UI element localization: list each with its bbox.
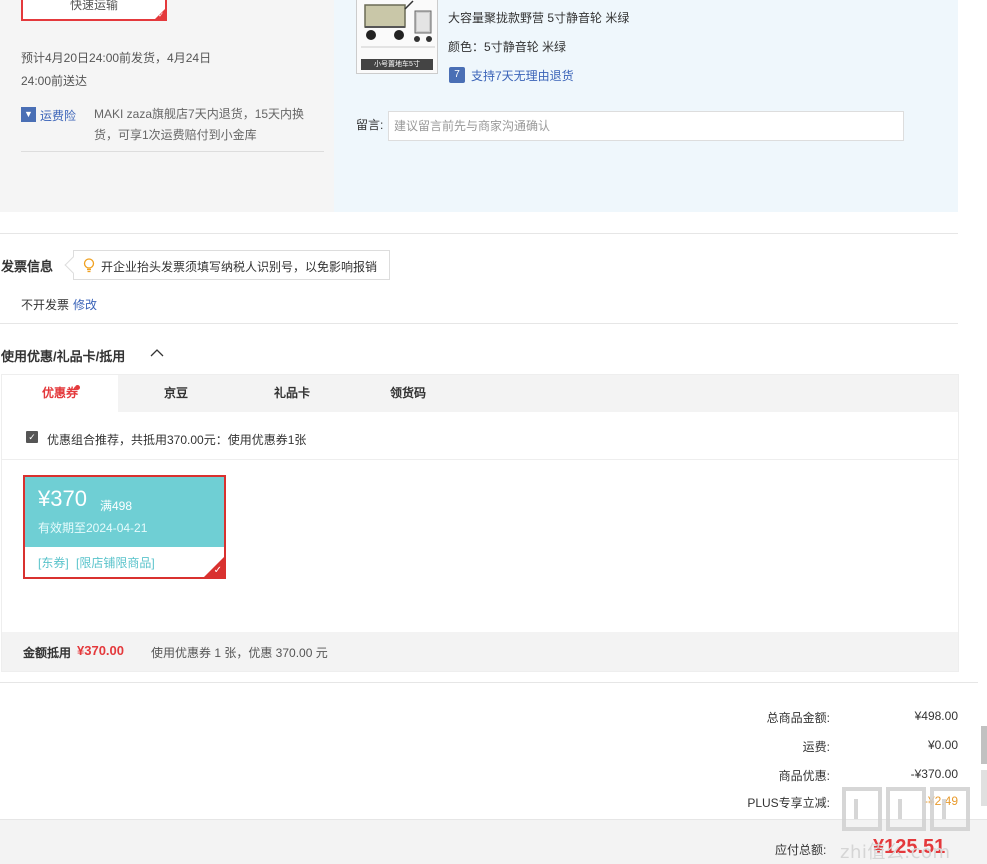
summary-row-shipping: 运费: ¥0.00 — [640, 738, 958, 756]
invoice-value: 不开发票 — [21, 298, 70, 312]
discount-footer: 金额抵用 ¥370.00 使用优惠券 1 张，优惠 370.00 元 — [2, 632, 958, 671]
summary-label: 商品优惠: — [778, 769, 830, 783]
summary-value: ¥498.00 — [914, 709, 958, 723]
shipping-method-label: 快速运输 — [69, 0, 118, 12]
tab-coupons[interactable]: 优惠券 — [2, 375, 118, 412]
discount-footer-label: 金额抵用 — [23, 646, 72, 660]
tab-jingdou[interactable]: 京豆 — [118, 375, 234, 412]
discount-tabs: 优惠券 京豆 礼品卡 领货码 — [2, 375, 958, 412]
coupon-amount: ¥370 — [38, 486, 87, 511]
product-title[interactable]: 大容量聚拢款野营 5寸静音轮 米绿 — [448, 9, 629, 26]
divider — [0, 682, 978, 683]
divider — [0, 323, 958, 324]
message-label: 留言: — [356, 118, 384, 132]
discount-section-title[interactable]: 使用优惠/礼品卡/抵用 — [1, 346, 125, 365]
shipping-panel: 快速运输 ✓ 预计4月20日24:00前发货，4月24日24:00前送达 ▼ 运… — [0, 0, 334, 212]
payable-bar: 应付总额: ¥125.51 — [0, 819, 987, 864]
scrollbar-track[interactable] — [981, 770, 987, 806]
tab-gift-card[interactable]: 礼品卡 — [234, 375, 350, 412]
new-dot — [75, 385, 80, 390]
summary-row-plus: PLUS专享立减: -¥2.49 — [640, 794, 958, 812]
divider — [2, 459, 958, 460]
payable-label: 应付总额: — [775, 843, 827, 857]
tab-redeem-code[interactable]: 领货码 — [350, 375, 466, 412]
product-image-caption: 小号置地车5寸 — [361, 59, 433, 70]
product-image[interactable]: 小号置地车5寸 — [356, 0, 438, 74]
coupon-tag: [限店铺限商品] — [76, 556, 155, 570]
divider — [0, 233, 958, 234]
summary-row-discount: 商品优惠: -¥370.00 — [640, 767, 958, 785]
check-icon: ✓ — [213, 565, 222, 576]
discount-panel: 优惠券 京豆 礼品卡 领货码 ✓ 优惠组合推荐，共抵用370.00元：使用优惠券… — [1, 374, 959, 672]
coupon-card[interactable]: ¥370 满498 有效期至2024-04-21 [东券] [限店铺限商品] ✓ — [23, 475, 226, 579]
product-color: 颜色：5寸静音轮 米绿 — [448, 38, 566, 55]
tip-arrow — [64, 256, 82, 274]
invoice-edit-link[interactable]: 修改 — [73, 296, 97, 313]
summary-label: PLUS专享立减: — [747, 796, 830, 810]
checkbox-checked-icon[interactable]: ✓ — [26, 431, 38, 443]
lightbulb-icon — [83, 258, 95, 273]
shipping-insurance-link[interactable]: 运费险 — [40, 107, 76, 124]
shield-icon: ▼ — [21, 107, 36, 122]
shipping-method-option[interactable]: 快速运输 ✓ — [21, 0, 167, 21]
invoice-tip-text: 开企业抬头发票须填写纳税人识别号，以免影响报销 — [101, 260, 378, 274]
summary-value: ¥0.00 — [927, 738, 958, 752]
coupon-tags: [东券] [限店铺限商品] — [38, 554, 159, 571]
product-color-label: 颜色： — [448, 40, 485, 54]
shipping-insurance-desc: MAKI zaza旗舰店7天内退货，15天内换货，可享1次运费赔付到小金库 — [94, 107, 305, 142]
discount-footer-amount: ¥370.00 — [77, 643, 124, 658]
summary-value: -¥370.00 — [910, 767, 958, 781]
summary-label: 总商品金额: — [766, 711, 830, 725]
coupon-combo-text: 优惠组合推荐，共抵用370.00元：使用优惠券1张 — [47, 433, 307, 447]
summary-row-subtotal: 总商品金额: ¥498.00 — [640, 709, 958, 727]
coupon-head: ¥370 满498 有效期至2024-04-21 — [25, 477, 224, 547]
invoice-tip: 开企业抬头发票须填写纳税人识别号，以免影响报销 — [64, 250, 390, 280]
return-policy-icon: 7 — [449, 67, 465, 83]
return-policy-link[interactable]: 支持7天无理由退货 — [471, 67, 574, 84]
coupon-tag: [东券] — [38, 556, 69, 570]
discount-footer-desc: 使用优惠券 1 张，优惠 370.00 元 — [151, 646, 328, 660]
message-input[interactable] — [388, 111, 904, 141]
product-color-value: 5寸静音轮 米绿 — [484, 40, 567, 54]
watermark-text: zhi值么.com — [840, 842, 951, 863]
summary-label: 运费: — [802, 740, 830, 754]
summary-value: -¥2.49 — [923, 794, 958, 808]
tab-coupons-label: 优惠券 — [41, 386, 78, 400]
coupon-validity: 有效期至2024-04-21 — [38, 521, 148, 535]
shipping-insurance: ▼ 运费险 MAKI zaza旗舰店7天内退货，15天内换货，可享1次运费赔付到… — [21, 104, 324, 152]
coupon-condition: 满498 — [100, 499, 133, 513]
invoice-title: 发票信息 — [1, 259, 54, 274]
scrollbar-thumb[interactable] — [981, 726, 987, 764]
chevron-up-icon[interactable] — [150, 348, 164, 358]
delivery-estimate: 预计4月20日24:00前发货，4月24日24:00前送达 — [21, 51, 212, 88]
check-icon: ✓ — [158, 12, 164, 19]
